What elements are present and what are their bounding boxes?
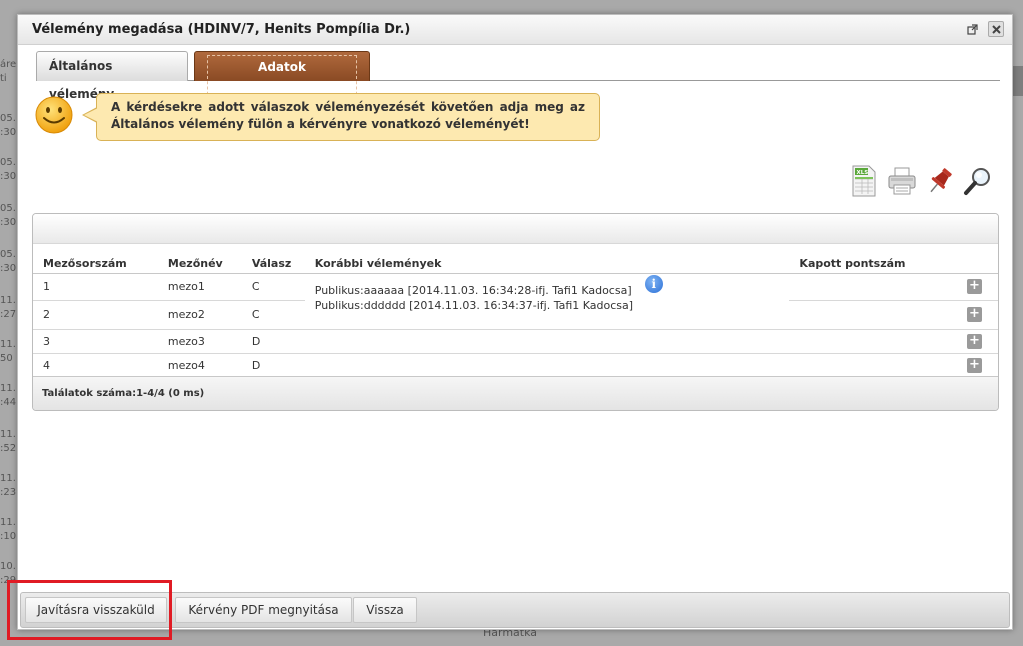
- previous-opinion: Publikus:dddddd [2014.11.03. 16:34:37-if…: [314, 298, 634, 312]
- header-field-name[interactable]: Mezőnév: [157, 244, 242, 274]
- pin-icon[interactable]: [924, 163, 956, 199]
- bg-fragment: 10.: [0, 561, 16, 572]
- cell-previous-opinions: Publikus:aaaaaa [2014.11.03. 16:34:28-if…: [304, 273, 790, 330]
- highlight-box: [7, 580, 172, 640]
- bg-fragment: :27: [0, 309, 16, 320]
- cell-previous-opinions: [304, 353, 790, 378]
- bg-fragment: :30: [0, 127, 16, 138]
- review-grid: Mezősorszám Mezőnév Válasz Korábbi vélem…: [32, 213, 999, 411]
- cell-number: 2: [33, 300, 158, 330]
- bg-fragment: :10: [0, 531, 16, 542]
- cell-answer: C: [241, 300, 305, 330]
- smiley-icon: [35, 96, 73, 134]
- cell-answer: D: [241, 329, 305, 354]
- bg-fragment: áre: [0, 59, 16, 70]
- open-pdf-button[interactable]: Kérvény PDF megnyitása: [175, 597, 352, 623]
- cell-answer: C: [241, 273, 305, 301]
- previous-opinion: Publikus:aaaaaa [2014.11.03. 16:34:28-if…: [314, 283, 632, 297]
- bg-fragment: 11.: [0, 473, 16, 484]
- bg-fragment: 05.: [0, 203, 16, 214]
- header-score[interactable]: Kapott pontszám: [789, 244, 998, 274]
- cell-number: 1: [33, 273, 158, 301]
- bg-fragment: 05.: [0, 249, 16, 260]
- tab-general-opinion[interactable]: Általános vélemény: [36, 51, 188, 101]
- opinion-dialog: Vélemény megadása (HDINV/7, Henits Pompí…: [17, 14, 1013, 630]
- table-row: 1 mezo1 C Publikus:aaaaaa [2014.11.03. 1…: [33, 273, 998, 330]
- header-previous-opinions[interactable]: Korábbi vélemények: [304, 244, 790, 274]
- cell-name: mezo1: [157, 273, 242, 301]
- cell-score: +: [789, 353, 998, 378]
- bg-fragment: 11.: [0, 517, 16, 528]
- back-button[interactable]: Vissza: [353, 597, 417, 623]
- bg-fragment: :30: [0, 217, 16, 228]
- bg-fragment: 11.: [0, 429, 16, 440]
- grid-topbar: [33, 214, 998, 244]
- bg-fragment: 50: [0, 353, 13, 364]
- bg-fragment: 11.: [0, 383, 16, 394]
- cell-number: 3: [33, 329, 158, 354]
- add-score-button[interactable]: +: [967, 279, 982, 294]
- cell-score: +: [789, 329, 998, 354]
- table-row: 4 mezo4 D +: [33, 353, 998, 378]
- external-link-icon[interactable]: [964, 21, 980, 37]
- header-answer[interactable]: Válasz: [241, 244, 305, 274]
- add-score-button[interactable]: +: [967, 333, 982, 349]
- bg-fragment: :52: [0, 443, 16, 454]
- bg-fragment: :23: [0, 487, 16, 498]
- tab-bar: Általános vélemény Adatok véleményezése: [36, 49, 1000, 101]
- bg-fragment: :30: [0, 263, 16, 274]
- table-row: 3 mezo3 D +: [33, 329, 998, 354]
- xls-export-icon[interactable]: XLS: [848, 163, 880, 199]
- add-score-button[interactable]: +: [967, 307, 982, 322]
- cell-name: mezo2: [157, 300, 242, 330]
- bg-fragment: 05.: [0, 113, 16, 124]
- svg-text:XLS: XLS: [857, 170, 869, 176]
- tip-arrow-inner: [84, 108, 98, 122]
- cell-score: +: [789, 273, 998, 301]
- cell-name: mezo4: [157, 353, 242, 378]
- bg-fragment: :44: [0, 397, 16, 408]
- search-icon[interactable]: [962, 163, 994, 199]
- cell-answer: D: [241, 353, 305, 378]
- review-table: Mezősorszám Mezőnév Válasz Korábbi vélem…: [33, 244, 998, 378]
- tab-data-review[interactable]: Adatok véleményezése: [194, 51, 370, 100]
- grid-result-count: Találatok száma:1-4/4 (0 ms): [33, 376, 998, 410]
- info-icon[interactable]: i: [644, 274, 663, 293]
- bg-fragment: ti: [0, 73, 7, 84]
- cell-name: mezo3: [157, 329, 242, 354]
- cell-score: +: [789, 300, 998, 330]
- bg-fragment: 11.: [0, 295, 16, 306]
- print-icon[interactable]: [886, 163, 918, 199]
- header-field-number[interactable]: Mezősorszám: [33, 244, 158, 274]
- add-score-button[interactable]: +: [967, 357, 982, 373]
- cell-previous-opinions: [304, 329, 790, 354]
- bg-fragment: :30: [0, 171, 16, 182]
- close-icon[interactable]: [988, 21, 1004, 37]
- bg-fragment: 11.: [0, 339, 16, 350]
- info-tip: A kérdésekre adott válaszok véleményezés…: [96, 93, 600, 141]
- dialog-header: Vélemény megadása (HDINV/7, Henits Pompí…: [18, 15, 1012, 45]
- cell-number: 4: [33, 353, 158, 378]
- bg-fragment: 05.: [0, 157, 16, 168]
- dialog-title: Vélemény megadása (HDINV/7, Henits Pompí…: [32, 22, 411, 37]
